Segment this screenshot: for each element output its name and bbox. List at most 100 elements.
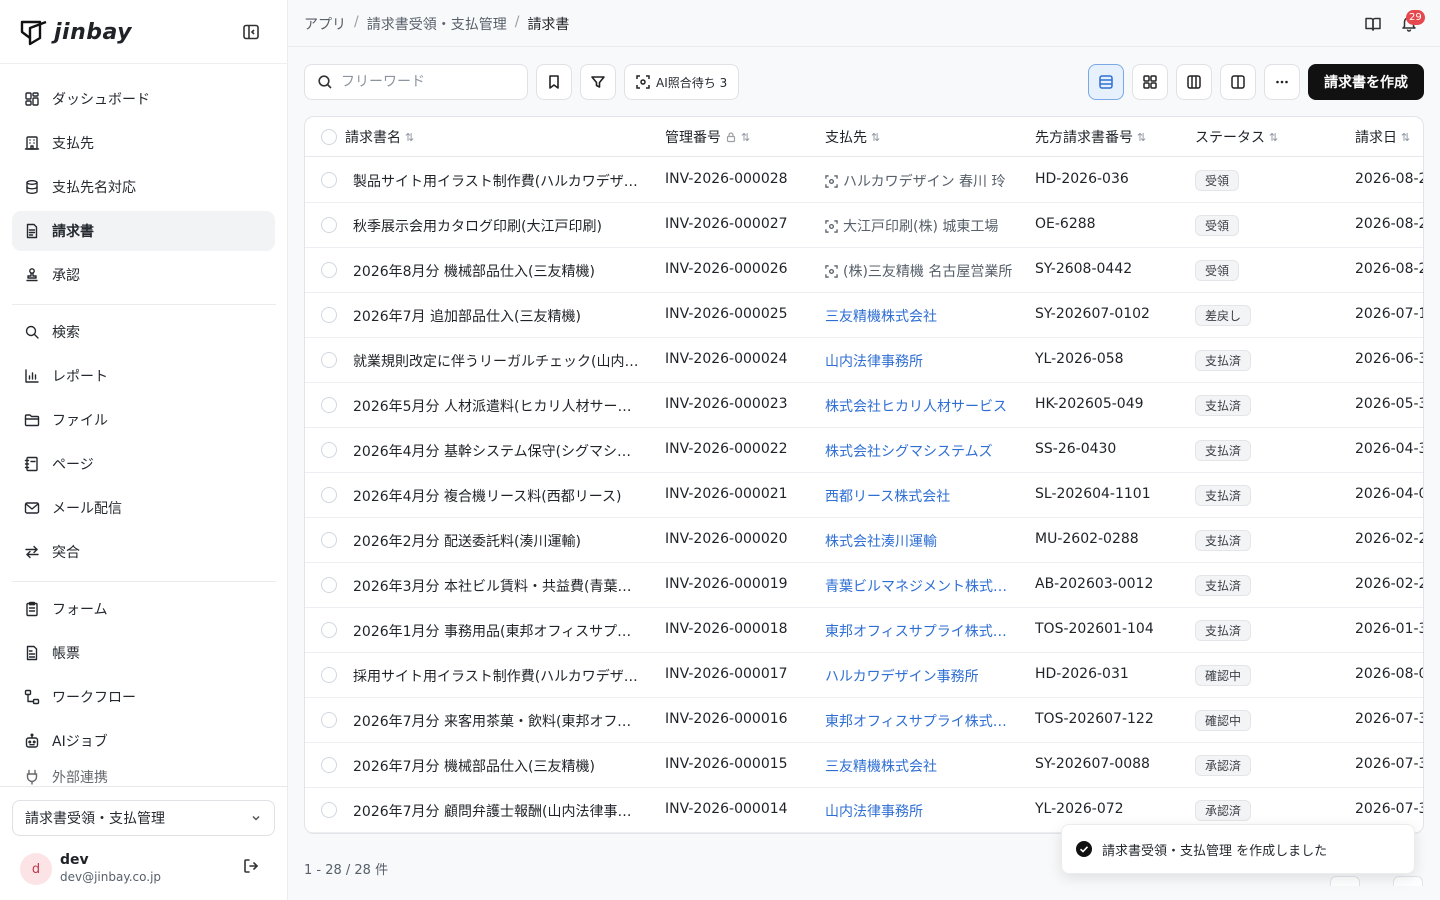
column-header-number[interactable]: 管理番号 ⇅: [665, 127, 750, 147]
table-row[interactable]: 秋季展示会用カタログ印刷(大江戸印刷) INV-2026-000027 大江戸印刷(…: [305, 203, 1423, 248]
table-row[interactable]: 2026年2月分 配送委託料(湊川運輸) INV-2026-000020 株式会社湊…: [305, 518, 1423, 563]
row-checkbox[interactable]: [321, 442, 337, 458]
row-checkbox[interactable]: [321, 757, 337, 773]
column-header-date[interactable]: 請求日 ⇅: [1355, 127, 1410, 147]
sidebar-item-folder[interactable]: ファイル: [12, 400, 275, 440]
docs-button[interactable]: [1364, 15, 1382, 33]
payee-link[interactable]: 東邦オフィスサプライ株式会社: [825, 711, 1015, 731]
view-table-button[interactable]: [1088, 64, 1124, 100]
invoice-date-cell: 2026-05-3: [1355, 396, 1424, 412]
more-options-button[interactable]: [1264, 64, 1300, 100]
invoice-name-cell: 2026年5月分 人材派遣料(ヒカリ人材サービス): [353, 399, 643, 415]
row-checkbox[interactable]: [321, 172, 337, 188]
payee-cell[interactable]: 大江戸印刷(株) 城東工場: [825, 216, 1015, 236]
payee-link[interactable]: 株式会社ヒカリ人材サービス: [825, 396, 1015, 416]
payee-link[interactable]: 株式会社湊川運輸: [825, 531, 1015, 551]
view-board-button[interactable]: [1176, 64, 1212, 100]
table-row[interactable]: 2026年7月 追加部品仕入(三友精機) INV-2026-000025 三友精機株…: [305, 293, 1423, 338]
table-row[interactable]: 就業規則改定に伴うリーガルチェック(山内法律事務所) INV-2026-00002…: [305, 338, 1423, 383]
row-checkbox[interactable]: [321, 262, 337, 278]
filter-button[interactable]: [580, 64, 616, 100]
sort-icon: ⇅: [405, 130, 415, 144]
sidebar-item-clipboard[interactable]: フォーム: [12, 589, 275, 629]
column-header-payee[interactable]: 支払先 ⇅: [825, 127, 880, 147]
table-row[interactable]: 2026年5月分 人材派遣料(ヒカリ人材サービス) INV-2026-000023…: [305, 383, 1424, 428]
pagination-prev-button[interactable]: [1330, 876, 1360, 886]
table-row[interactable]: 2026年4月分 基幹システム保守(シグマシステムズ) INV-2026-0000…: [305, 428, 1423, 473]
create-invoice-button[interactable]: 請求書を作成: [1308, 64, 1424, 100]
brand-logo[interactable]: jinbay: [20, 16, 132, 48]
avatar[interactable]: d: [20, 853, 52, 885]
payee-link[interactable]: 三友精機株式会社: [825, 756, 1015, 776]
table-row[interactable]: 2026年1月分 事務用品(東邦オフィスサプライ) INV-2026-000018…: [305, 608, 1423, 653]
row-checkbox[interactable]: [321, 802, 337, 818]
row-checkbox[interactable]: [321, 307, 337, 323]
invoice-number-cell: INV-2026-000025: [665, 306, 788, 322]
ai-matching-pending-button[interactable]: AI照合待ち 3: [624, 64, 739, 100]
column-header-status[interactable]: ステータス ⇅: [1195, 127, 1278, 147]
sidebar-item-search[interactable]: 検索: [12, 312, 275, 352]
row-checkbox[interactable]: [321, 667, 337, 683]
search-box[interactable]: [304, 64, 528, 100]
row-checkbox[interactable]: [321, 352, 337, 368]
table-row[interactable]: 製品サイト用イラスト制作費(ハルカワデザイン事務所) INV-2026-00002…: [305, 158, 1423, 203]
invoice-number-cell: INV-2026-000026: [665, 261, 788, 277]
search-input[interactable]: [341, 74, 511, 90]
sidebar-item-plug[interactable]: 外部連携: [12, 765, 275, 785]
logout-button[interactable]: [242, 857, 262, 877]
sidebar-item-swap[interactable]: 突合: [12, 532, 275, 572]
sidebar-item-building[interactable]: 支払先: [12, 123, 275, 163]
sidebar-item-stamp[interactable]: 承認: [12, 255, 275, 295]
app-selector[interactable]: 請求書受領・支払管理: [12, 800, 275, 836]
column-header-name[interactable]: 請求書名 ⇅: [345, 127, 414, 147]
row-checkbox[interactable]: [321, 487, 337, 503]
sidebar-item-chart[interactable]: レポート: [12, 356, 275, 396]
row-checkbox[interactable]: [321, 532, 337, 548]
sidebar-item-notebook[interactable]: ページ: [12, 444, 275, 484]
table-row[interactable]: 2026年3月分 本社ビル賃料・共益費(青葉ビルマネジメント) INV-2026-…: [305, 563, 1423, 608]
payee-link[interactable]: 青葉ビルマネジメント株式会社: [825, 576, 1015, 596]
row-checkbox[interactable]: [321, 577, 337, 593]
sidebar-collapse-button[interactable]: [242, 23, 262, 41]
sidebar-item-mail[interactable]: メール配信: [12, 488, 275, 528]
payee-link[interactable]: 東邦オフィスサプライ株式会社: [825, 621, 1015, 641]
table-row[interactable]: 2026年8月分 機械部品仕入(三友精機) INV-2026-000026 (株)三…: [305, 248, 1423, 293]
columns-button[interactable]: [1220, 64, 1256, 100]
user-email: dev@jinbay.co.jp: [60, 870, 162, 884]
sidebar-item-label: AIジョブ: [52, 734, 108, 750]
sidebar-item-invoice[interactable]: 請求書: [12, 211, 275, 251]
table-row[interactable]: 採用サイト用イラスト制作費(ハルカワデザイン事務所) INV-2026-00001…: [305, 653, 1423, 698]
payee-link[interactable]: 西都リース株式会社: [825, 486, 1015, 506]
payee-link[interactable]: ハルカワデザイン事務所: [825, 666, 1015, 686]
sidebar-item-dashboard[interactable]: ダッシュボード: [12, 79, 275, 119]
payee-cell[interactable]: (株)三友精機 名古屋営業所: [825, 261, 1015, 281]
scan-icon: [825, 264, 838, 278]
invoice-icon: [26, 223, 38, 239]
view-grid-button[interactable]: [1132, 64, 1168, 100]
saved-views-button[interactable]: [536, 64, 572, 100]
sidebar-item-workflow[interactable]: ワークフロー: [12, 677, 275, 717]
payee-link[interactable]: 山内法律事務所: [825, 351, 1015, 371]
sidebar-item-database[interactable]: 支払先名対応: [12, 167, 275, 207]
payee-link[interactable]: 山内法律事務所: [825, 801, 1015, 821]
pagination-next-button[interactable]: [1393, 876, 1423, 886]
row-checkbox[interactable]: [321, 622, 337, 638]
invoice-date-cell: 2026-04-0: [1355, 486, 1424, 502]
sidebar-item-label: 検索: [52, 325, 80, 341]
table-row[interactable]: 2026年7月分 機械部品仕入(三友精機) INV-2026-000015 三友精機…: [305, 743, 1423, 788]
column-header-ref[interactable]: 先方請求書番号 ⇅: [1035, 127, 1146, 147]
payee-link[interactable]: 三友精機株式会社: [825, 306, 1015, 326]
row-checkbox[interactable]: [321, 712, 337, 728]
table-row[interactable]: 2026年4月分 複合機リース料(西都リース) INV-2026-000021 西都…: [305, 473, 1424, 518]
table-row[interactable]: 2026年7月分 来客用茶菓・飲料(東邦オフィスサプライ) INV-2026-00…: [305, 698, 1423, 743]
breadcrumb-item-apps[interactable]: アプリ: [304, 14, 346, 34]
select-all-checkbox[interactable]: [321, 129, 337, 145]
row-checkbox[interactable]: [321, 217, 337, 233]
payee-cell[interactable]: ハルカワデザイン 春川 玲: [825, 171, 1015, 191]
row-checkbox[interactable]: [321, 397, 337, 413]
sidebar-item-robot[interactable]: AIジョブ: [12, 721, 275, 761]
breadcrumb-item-app[interactable]: 請求書受領・支払管理: [367, 14, 507, 34]
payee-link[interactable]: 株式会社シグマシステムズ: [825, 441, 1015, 461]
sidebar-item-report-doc[interactable]: 帳票: [12, 633, 275, 673]
sidebar-item-label: 請求書: [52, 224, 94, 240]
